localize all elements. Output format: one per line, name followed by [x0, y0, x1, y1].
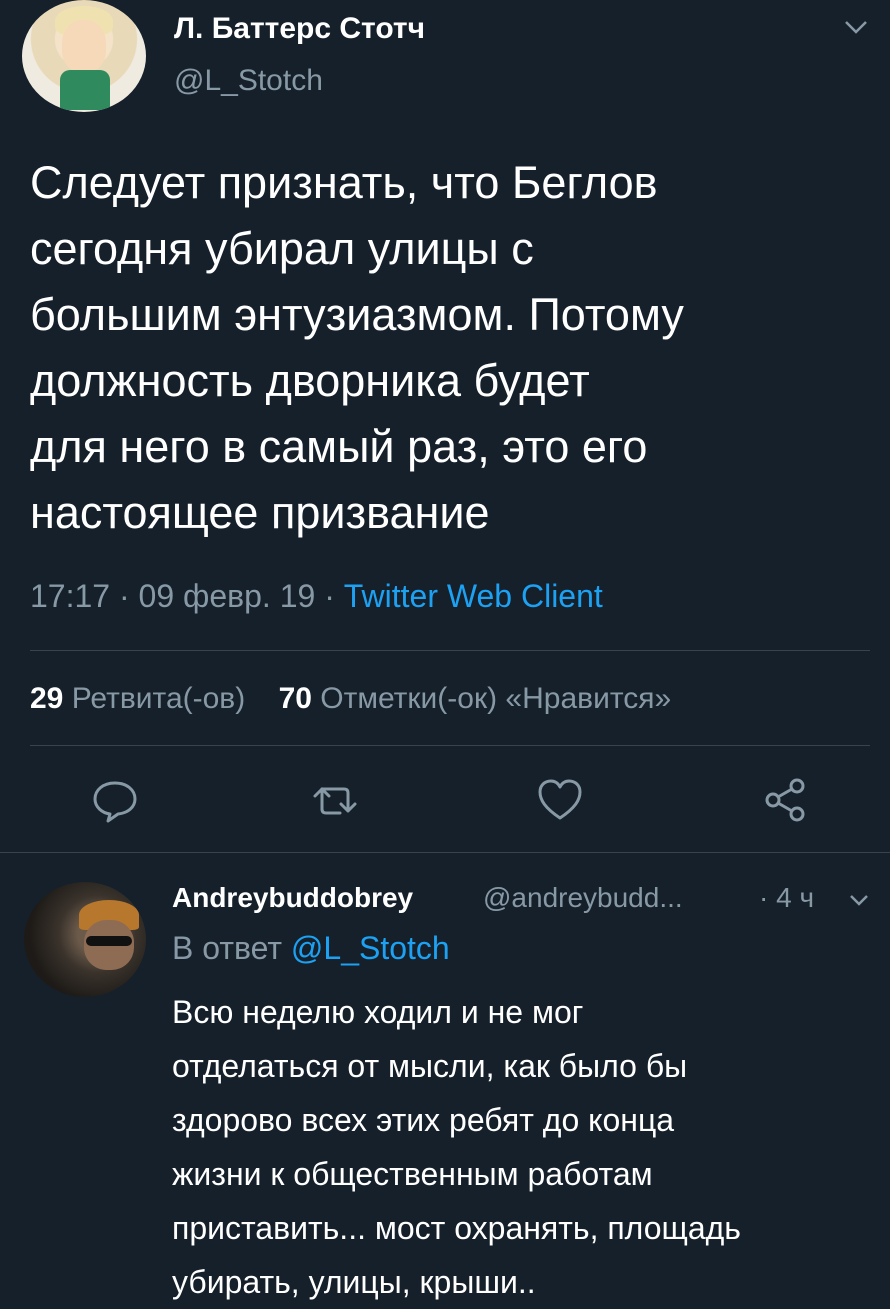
tweet-text: Следует признать, что Беглов сегодня уби… [30, 157, 684, 538]
divider [30, 745, 870, 746]
tweet-time: 17:17 [30, 578, 111, 614]
tweet-meta: 17:17 · 09 февр. 19 · Twitter Web Client [30, 578, 603, 615]
reply-author-handle[interactable]: @andreybudd... [483, 882, 683, 914]
reply-time-value: 4 ч [776, 882, 815, 913]
reply-to-line: В ответ @L_Stotch [172, 930, 450, 967]
reply-to-mention[interactable]: @L_Stotch [291, 930, 450, 966]
divider [0, 852, 890, 853]
retweets-count: 29 [30, 682, 64, 715]
tweet-stats: 29 Ретвита(-ов) 70 Отметки(-ок) «Нравитс… [30, 682, 671, 716]
retweet-button[interactable] [310, 775, 360, 825]
retweet-icon [313, 787, 357, 815]
meta-separator: · [118, 578, 130, 614]
chevron-down-icon [845, 21, 867, 34]
author-handle[interactable]: @L_Stotch [174, 64, 323, 98]
chevron-down-icon [850, 895, 868, 906]
reply-button[interactable] [90, 775, 140, 825]
time-separator: · [759, 882, 769, 913]
reply-text: Всю неделю ходил и не мог отделаться от … [172, 994, 741, 1300]
reply-author-name[interactable]: Andreybuddobrey [172, 882, 413, 914]
reply-icon [93, 781, 137, 823]
reply-author-avatar[interactable] [24, 882, 146, 997]
heart-icon [538, 779, 582, 820]
divider [30, 650, 870, 651]
reply-to-prefix: В ответ [172, 930, 283, 966]
like-button[interactable] [535, 775, 585, 825]
likes-count: 70 [278, 682, 312, 715]
share-button[interactable] [760, 775, 810, 825]
likes-stat[interactable]: 70 Отметки(-ок) «Нравится» [279, 682, 672, 715]
retweets-stat[interactable]: 29 Ретвита(-ов) [30, 682, 245, 715]
tweet-menu-button[interactable] [843, 18, 869, 41]
reply-menu-button[interactable] [848, 892, 870, 913]
reply-time: · 4 ч [759, 882, 814, 914]
tweet-client-link[interactable]: Twitter Web Client [344, 578, 603, 614]
likes-label: Отметки(-ок) «Нравится» [320, 682, 672, 715]
tweet-date: 09 февр. 19 [138, 578, 316, 614]
retweets-label: Ретвита(-ов) [71, 682, 246, 715]
author-name[interactable]: Л. Баттерс Стотч [174, 12, 425, 46]
meta-separator: · [324, 578, 335, 614]
author-avatar[interactable] [22, 0, 146, 112]
share-icon [765, 778, 805, 822]
